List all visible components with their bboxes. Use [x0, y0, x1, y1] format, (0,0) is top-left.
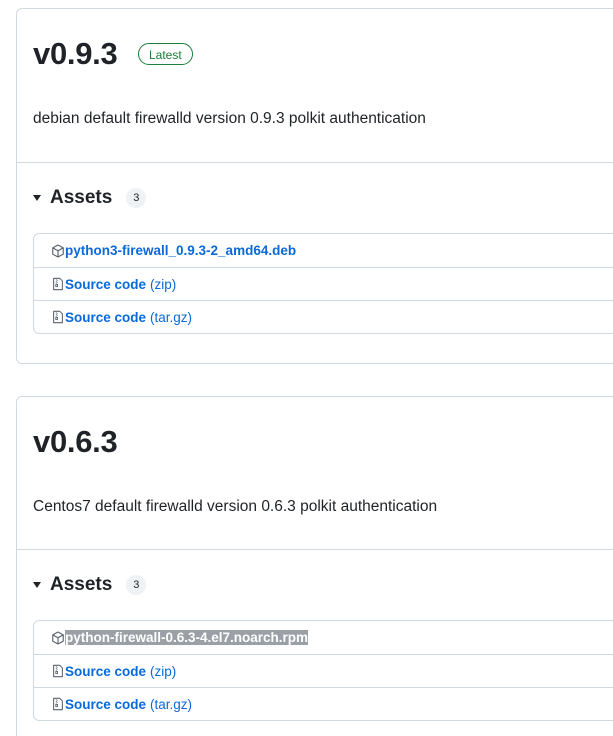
assets-toggle[interactable]: Assets 3: [33, 185, 147, 211]
release-title[interactable]: v0.6.3: [33, 424, 118, 460]
asset-row: python-firewall-0.6.3-4.el7.noarch.rpm: [34, 621, 613, 654]
caret-down-icon: [33, 582, 41, 588]
asset-row: Source code (tar.gz): [34, 300, 613, 333]
asset-row: python3-firewall_0.9.3-2_amd64.deb: [34, 234, 613, 267]
asset-list: python-firewall-0.6.3-4.el7.noarch.rpm S…: [33, 620, 613, 721]
release-title[interactable]: v0.9.3: [33, 36, 118, 72]
release-card: v0.9.3 Latest debian default firewalld v…: [16, 8, 613, 364]
release-card: v0.6.3 Centos7 default firewalld version…: [16, 396, 613, 736]
asset-row: Source code (zip): [34, 267, 613, 300]
asset-extension: (zip): [150, 276, 177, 292]
caret-down-icon: [33, 195, 41, 201]
asset-link-source-targz[interactable]: Source code: [65, 697, 146, 712]
assets-count-badge: 3: [126, 575, 147, 595]
asset-extension: (tar.gz): [150, 696, 193, 712]
assets-label: Assets: [50, 574, 113, 595]
file-zip-icon: [53, 664, 63, 678]
asset-link-deb[interactable]: python3-firewall_0.9.3-2_amd64.deb: [65, 243, 296, 258]
file-zip-icon: [53, 310, 63, 324]
file-zip-icon: [53, 277, 63, 291]
asset-row: Source code (zip): [34, 654, 613, 687]
asset-link-source-zip[interactable]: Source code: [65, 664, 146, 679]
release-header: v0.6.3 Centos7 default firewalld version…: [17, 397, 613, 550]
assets-label: Assets: [50, 187, 113, 208]
release-description: Centos7 default firewalld version 0.6.3 …: [33, 498, 438, 515]
asset-link-rpm[interactable]: python-firewall-0.6.3-4.el7.noarch.rpm: [65, 630, 309, 645]
release-header: v0.9.3 Latest debian default firewalld v…: [17, 9, 613, 163]
package-icon: [52, 630, 64, 645]
file-zip-icon: [53, 697, 63, 711]
asset-link-source-targz[interactable]: Source code: [65, 310, 146, 325]
latest-badge: Latest: [138, 43, 193, 65]
assets-count-badge: 3: [126, 188, 147, 208]
assets-toggle[interactable]: Assets 3: [33, 572, 147, 598]
release-description: debian default firewalld version 0.9.3 p…: [33, 110, 426, 127]
asset-extension: (tar.gz): [150, 309, 193, 325]
package-icon: [52, 243, 64, 258]
asset-extension: (zip): [150, 663, 177, 679]
asset-list: python3-firewall_0.9.3-2_amd64.deb Sourc…: [33, 233, 613, 334]
asset-link-source-zip[interactable]: Source code: [65, 277, 146, 292]
asset-row: Source code (tar.gz): [34, 687, 613, 720]
